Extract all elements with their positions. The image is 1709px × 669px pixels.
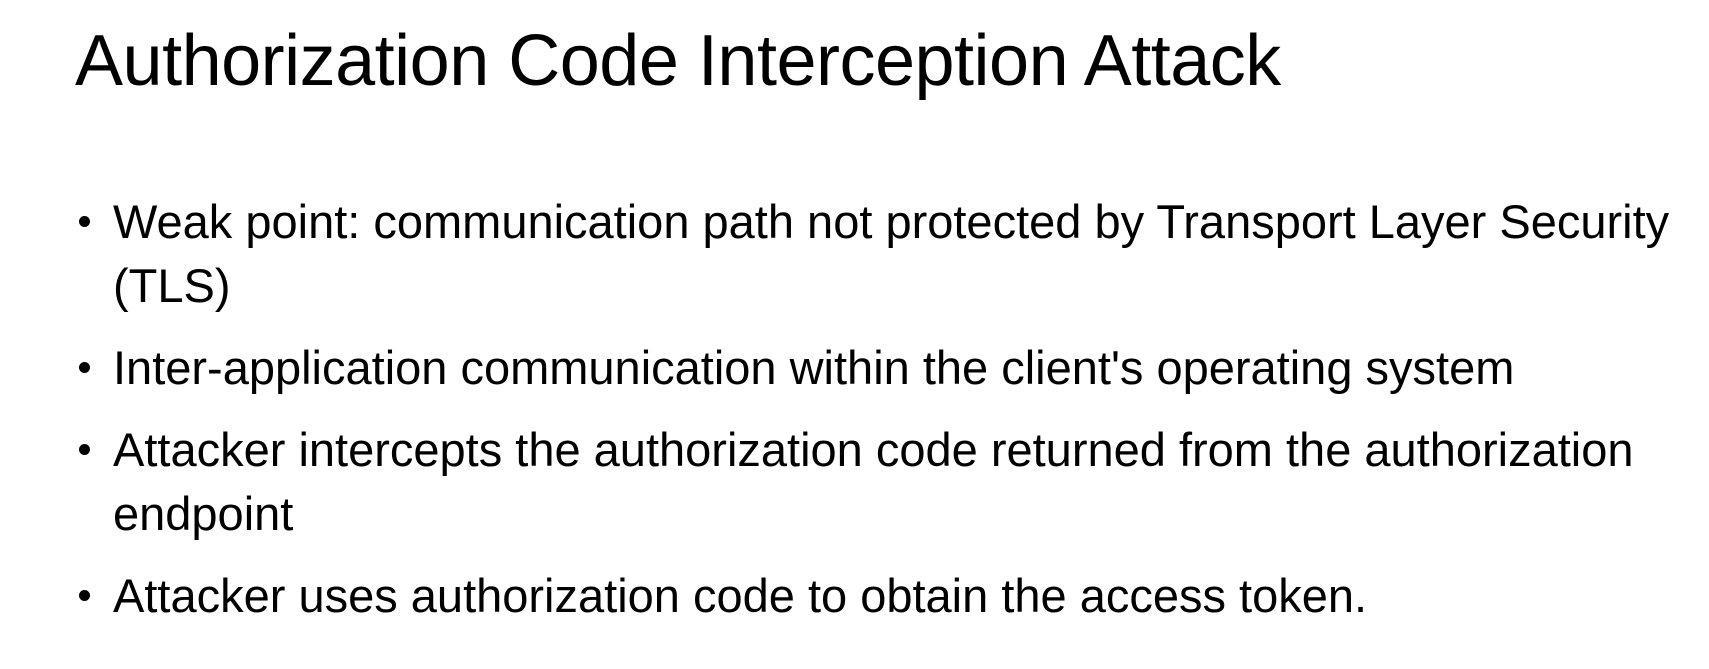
bullet-text: Attacker uses authorization code to obta… xyxy=(113,569,1368,622)
bullet-dot-icon xyxy=(79,216,90,227)
bullet-dot-icon xyxy=(79,590,90,601)
bullet-text: Weak point: communication path not prote… xyxy=(113,195,1670,312)
bullet-text: Attacker intercepts the authorization co… xyxy=(113,423,1634,540)
bullet-text: Inter-application communication within t… xyxy=(113,341,1515,394)
bullet-item: Attacker uses authorization code to obta… xyxy=(76,564,1696,628)
bullet-dot-icon xyxy=(79,444,90,455)
bullet-item: Attacker intercepts the authorization co… xyxy=(76,418,1696,546)
slide: Authorization Code Interception Attack W… xyxy=(0,0,1709,669)
bullet-item: Inter-application communication within t… xyxy=(76,336,1696,400)
slide-title: Authorization Code Interception Attack xyxy=(75,21,1281,101)
bullet-list: Weak point: communication path not prote… xyxy=(76,190,1696,628)
bullet-dot-icon xyxy=(79,362,90,373)
bullet-item: Weak point: communication path not prote… xyxy=(76,190,1696,318)
